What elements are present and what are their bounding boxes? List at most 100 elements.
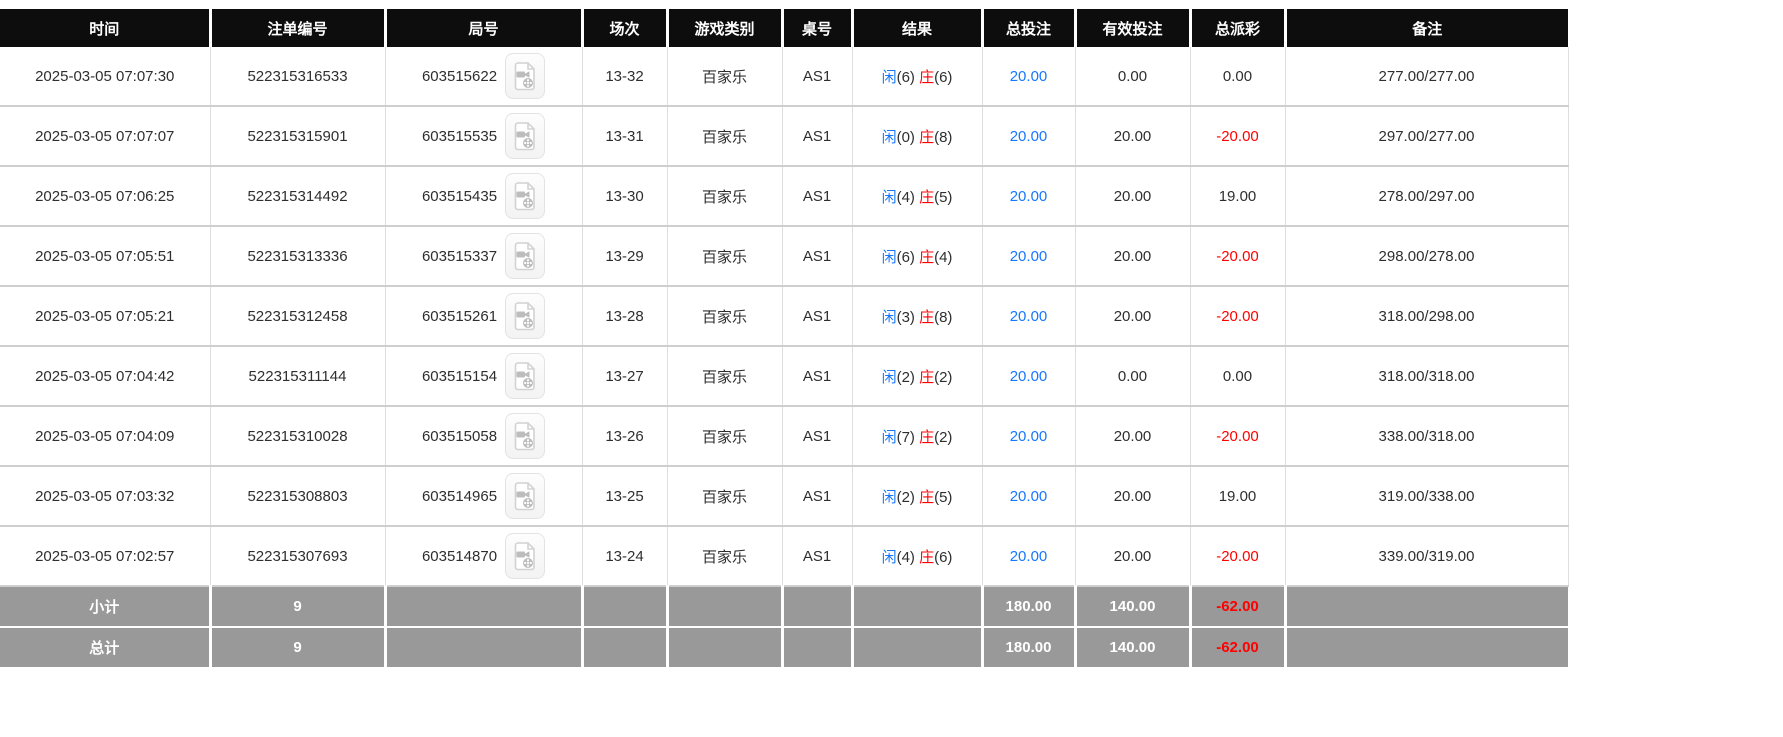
cell-total_bet: 20.00 <box>982 47 1076 107</box>
table-row: 2025-03-05 07:07:30 522315316533 603515622… <box>0 47 1569 107</box>
grand-total-row-cell-time: 总计 <box>0 626 212 667</box>
film-icon <box>514 362 535 391</box>
cell-total_payout: -20.00 <box>1190 106 1286 167</box>
total-bet-link[interactable]: 20.00 <box>1010 68 1048 85</box>
video-replay-button[interactable] <box>505 353 546 399</box>
col-header-bet_id: 注单编号 <box>210 9 387 47</box>
player-score: (4) <box>896 188 920 206</box>
cell-round_id: 603515622 <box>385 47 583 107</box>
film-icon <box>514 542 535 571</box>
video-replay-button[interactable] <box>505 413 546 459</box>
cell-result: 闲(6) 庄(4) <box>852 226 983 287</box>
cell-total_bet: 20.00 <box>982 466 1076 527</box>
betting-records-table: 时间 注单编号 局号 场次 游戏类别 桌号 结果 总投注 有效投注 总派彩 备注 2025-03-0… <box>0 9 1569 667</box>
cell-result: 闲(2) 庄(2) <box>852 346 983 407</box>
cell-valid_bet: 20.00 <box>1075 466 1191 527</box>
cell-round_id: 603515435 <box>385 166 583 227</box>
banker-score: (6) <box>934 68 953 86</box>
banker-label: 庄 <box>919 548 935 566</box>
cell-total_payout: 19.00 <box>1190 166 1286 227</box>
player-label: 闲 <box>881 428 897 446</box>
cell-result: 闲(3) 庄(8) <box>852 286 983 347</box>
player-score: (2) <box>896 368 920 386</box>
grand-total-row-cell-total_payout: -62.00 <box>1190 626 1287 667</box>
video-replay-button[interactable] <box>505 113 546 159</box>
player-score: (6) <box>896 248 920 266</box>
cell-bet_id: 522315308803 <box>210 466 386 527</box>
video-replay-button[interactable] <box>505 293 546 339</box>
grand-total-row-cell-table_no <box>782 626 854 667</box>
cell-table_no: AS1 <box>782 106 853 167</box>
cell-session: 13-28 <box>582 286 668 347</box>
cell-remark: 298.00/278.00 <box>1285 226 1569 287</box>
cell-total_bet: 20.00 <box>982 106 1076 167</box>
cell-round_id: 603515058 <box>385 406 583 467</box>
cell-result: 闲(4) 庄(6) <box>852 526 983 587</box>
cell-bet_id: 522315313336 <box>210 226 386 287</box>
cell-table_no: AS1 <box>782 226 853 287</box>
cell-valid_bet: 20.00 <box>1075 226 1191 287</box>
banker-label: 庄 <box>919 128 935 146</box>
player-label: 闲 <box>881 308 897 326</box>
grand-total-row-cell-session <box>582 626 669 667</box>
cell-session: 13-25 <box>582 466 668 527</box>
subtotal-row-cell-total_bet: 180.00 <box>982 585 1077 627</box>
col-header-result: 结果 <box>852 9 984 47</box>
cell-bet_id: 522315312458 <box>210 286 386 347</box>
video-replay-button[interactable] <box>505 233 546 279</box>
cell-round_id: 603514965 <box>385 466 583 527</box>
subtotal-row-cell-result <box>852 585 984 627</box>
player-label: 闲 <box>881 488 897 506</box>
total-bet-link[interactable]: 20.00 <box>1010 188 1048 205</box>
cell-total_payout: 0.00 <box>1190 47 1286 107</box>
total-bet-link[interactable]: 20.00 <box>1010 548 1048 565</box>
header-row: 时间 注单编号 局号 场次 游戏类别 桌号 结果 总投注 有效投注 总派彩 备注 <box>0 9 1568 47</box>
banker-score: (5) <box>934 488 953 506</box>
cell-time: 2025-03-05 07:07:30 <box>0 47 211 107</box>
total-bet-link[interactable]: 20.00 <box>1010 308 1048 325</box>
video-replay-button[interactable] <box>505 173 546 219</box>
subtotal-row-cell-game_type <box>667 585 784 627</box>
video-replay-button[interactable] <box>505 473 546 519</box>
film-icon <box>514 122 535 151</box>
table-row: 2025-03-05 07:04:09 522315310028 603515058… <box>0 406 1569 467</box>
cell-session: 13-30 <box>582 166 668 227</box>
subtotal-row-cell-session <box>582 585 669 627</box>
round-id-wrap: 603514870 <box>422 533 546 579</box>
banker-score: (8) <box>934 128 953 146</box>
total-bet-link[interactable]: 20.00 <box>1010 368 1048 385</box>
cell-table_no: AS1 <box>782 406 853 467</box>
cell-session: 13-27 <box>582 346 668 407</box>
round-number: 603514965 <box>421 487 498 505</box>
grand-total-row-cell-total_bet: 180.00 <box>982 626 1077 667</box>
grand-total-row-cell-round_id <box>385 626 584 667</box>
cell-remark: 319.00/338.00 <box>1285 466 1569 527</box>
subtotal-row-cell-total_payout: -62.00 <box>1190 585 1287 627</box>
cell-total_payout: -20.00 <box>1190 526 1286 587</box>
total-bet-link[interactable]: 20.00 <box>1010 428 1048 445</box>
player-score: (4) <box>896 548 920 566</box>
total-bet-link[interactable]: 20.00 <box>1010 248 1048 265</box>
cell-bet_id: 522315310028 <box>210 406 386 467</box>
total-bet-link[interactable]: 20.00 <box>1010 128 1048 145</box>
cell-remark: 277.00/277.00 <box>1285 47 1569 107</box>
cell-result: 闲(4) 庄(5) <box>852 166 983 227</box>
cell-remark: 338.00/318.00 <box>1285 406 1569 467</box>
table-row: 2025-03-05 07:02:57 522315307693 603514870… <box>0 526 1569 587</box>
video-replay-button[interactable] <box>505 533 546 579</box>
player-label: 闲 <box>881 68 897 86</box>
banker-score: (5) <box>934 188 953 206</box>
cell-round_id: 603515535 <box>385 106 583 167</box>
round-id-wrap: 603515337 <box>421 233 546 279</box>
total-bet-link[interactable]: 20.00 <box>1010 488 1048 505</box>
cell-result: 闲(0) 庄(8) <box>852 106 983 167</box>
player-label: 闲 <box>881 248 897 266</box>
round-number: 603515337 <box>421 247 498 265</box>
cell-game_type: 百家乐 <box>667 346 783 407</box>
cell-session: 13-29 <box>582 226 668 287</box>
cell-session: 13-31 <box>582 106 668 167</box>
video-replay-button[interactable] <box>505 53 546 99</box>
round-number: 603515154 <box>421 367 498 385</box>
player-label: 闲 <box>881 368 897 386</box>
grand-total-row: 总计 9 180.00 140.00 -62.00 <box>0 626 1568 667</box>
